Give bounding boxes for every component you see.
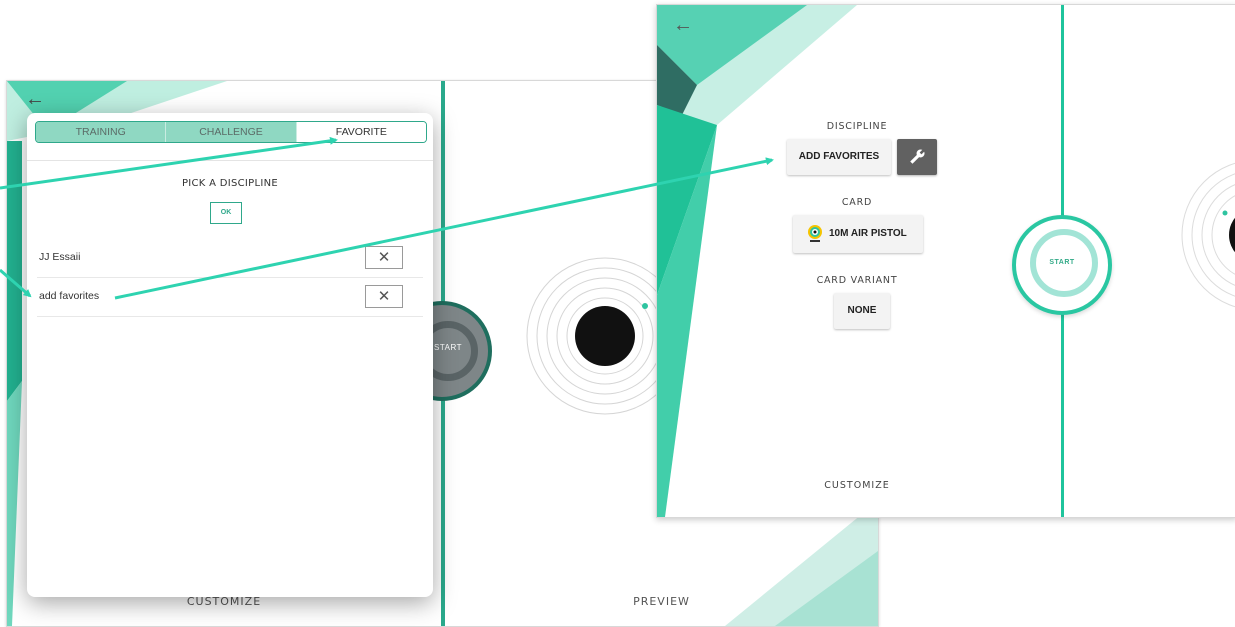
- issf-target-icon: [808, 225, 822, 242]
- card-variant-label: CARD VARIANT: [816, 275, 898, 286]
- card-select-button[interactable]: 10M AIR PISTOL: [793, 215, 923, 253]
- delete-favorite-button[interactable]: ✕: [365, 246, 403, 269]
- card-variant-button[interactable]: NONE: [834, 293, 890, 329]
- modal-title: PICK A DISCIPLINE: [181, 178, 279, 189]
- modal-separator: [27, 160, 433, 161]
- favorite-name: add favorites: [39, 290, 100, 302]
- start-label: START: [1049, 259, 1075, 266]
- preview-label: PREVIEW: [633, 595, 690, 608]
- delete-favorite-button[interactable]: ✕: [365, 285, 403, 308]
- add-favorites-button[interactable]: ADD FAVORITES: [787, 139, 891, 175]
- favorite-row[interactable]: add favorites ✕: [37, 278, 423, 317]
- start-label: START: [434, 343, 462, 352]
- card-label: CARD: [841, 197, 873, 208]
- wrench-icon: [910, 149, 925, 164]
- card-button-label: 10M AIR PISTOL: [829, 228, 907, 239]
- right-screenshot: ← DISCIPLINE ADD FAVORITES CARD 10M AIR …: [656, 4, 1235, 518]
- back-arrow-icon[interactable]: ←: [25, 89, 45, 109]
- tab-challenge[interactable]: CHALLENGE: [166, 122, 297, 142]
- tab-favorite[interactable]: FAVORITE: [296, 122, 426, 142]
- discipline-picker-modal: TRAINING CHALLENGE FAVORITE PICK A DISCI…: [27, 113, 433, 597]
- favorite-name: JJ Essaii: [39, 251, 81, 263]
- discipline-label: DISCIPLINE: [826, 121, 888, 132]
- customize-label: CUSTOMIZE: [824, 480, 890, 491]
- ok-button[interactable]: OK: [210, 202, 242, 224]
- discipline-settings-button[interactable]: [897, 139, 937, 175]
- close-icon: ✕: [377, 288, 391, 305]
- favorite-row[interactable]: JJ Essaii ✕: [37, 239, 423, 278]
- background-geometry: [657, 5, 1235, 517]
- tab-training[interactable]: TRAINING: [36, 122, 167, 142]
- close-icon: ✕: [377, 249, 391, 266]
- tab-bar: TRAINING CHALLENGE FAVORITE: [35, 121, 427, 143]
- start-button[interactable]: START: [1012, 215, 1112, 315]
- back-arrow-icon[interactable]: ←: [673, 15, 693, 35]
